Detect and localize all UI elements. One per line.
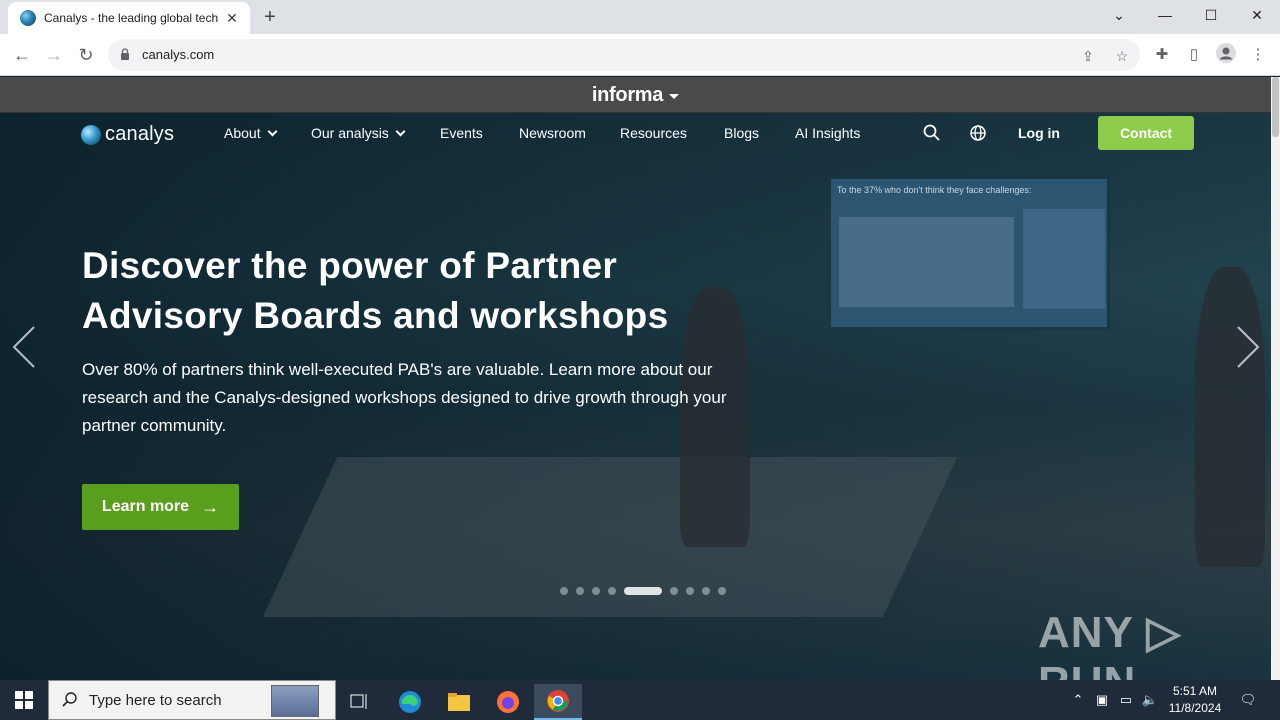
nav-resources[interactable]: Resources <box>620 125 687 141</box>
carousel-dot[interactable] <box>718 587 726 595</box>
profile-avatar-icon[interactable] <box>1214 43 1238 67</box>
share-icon[interactable]: ⇪ <box>1078 46 1098 66</box>
clock-time: 5:51 AM <box>1172 684 1218 698</box>
webpage: To the 37% who don't think they face cha… <box>0 77 1271 680</box>
informa-bar[interactable]: informa <box>0 77 1271 113</box>
bookmark-star-icon[interactable]: ☆ <box>1112 46 1132 66</box>
url-text: canalys.com <box>142 47 215 62</box>
file-explorer-icon[interactable] <box>435 684 483 720</box>
forward-arrow-icon[interactable]: → <box>41 42 67 68</box>
chevron-down-icon <box>395 126 406 137</box>
tray-device-icon[interactable]: ▣ <box>1092 680 1112 720</box>
new-tab-button[interactable]: + <box>258 6 282 28</box>
nav-our-analysis-label: Our analysis <box>311 125 389 141</box>
learn-more-button[interactable]: Learn more → <box>82 484 239 530</box>
carousel-dots <box>560 586 734 596</box>
nav-our-analysis[interactable]: Our analysis <box>311 125 406 141</box>
nav-newsroom[interactable]: Newsroom <box>519 125 586 141</box>
login-link[interactable]: Log in <box>1018 125 1060 141</box>
windows-logo-icon <box>15 691 33 709</box>
nav-ai-insights[interactable]: AI Insights <box>795 125 860 141</box>
restore-button[interactable]: ☐ <box>1188 0 1234 30</box>
anyrun-watermark: ANY ▷ RUN <box>1038 608 1182 680</box>
reload-icon[interactable]: ↻ <box>73 42 99 68</box>
carousel-next-icon[interactable] <box>1236 325 1260 369</box>
chevron-down-icon <box>267 126 278 137</box>
carousel-prev-icon[interactable] <box>12 325 36 369</box>
nav-about-label: About <box>224 125 261 141</box>
site-nav: canalys About Our analysis Events Newsro… <box>0 114 1271 154</box>
canalys-globe-icon <box>81 124 101 145</box>
clock-date: 11/8/2024 <box>1168 701 1222 715</box>
presentation-screen: To the 37% who don't think they face cha… <box>828 176 1110 330</box>
learn-more-label: Learn more <box>101 498 190 515</box>
search-highlight-image <box>271 685 319 717</box>
screen-chart <box>839 217 1014 307</box>
informa-caret-icon <box>669 94 680 100</box>
nav-events[interactable]: Events <box>440 125 483 141</box>
hero-headline: Discover the power of Partner Advisory B… <box>82 245 669 336</box>
browser-tabstrip: Canalys - the leading global tech ✕ + ⌄ … <box>0 0 1280 34</box>
lock-icon <box>121 48 129 60</box>
address-bar[interactable]: canalys.com ⇪ ☆ <box>108 39 1140 71</box>
side-panel-icon[interactable]: ▯ <box>1182 43 1206 67</box>
start-button[interactable] <box>0 680 48 720</box>
informa-logo: informa <box>591 84 664 106</box>
windows-taskbar: Type here to search ⌃ ▣ ▭ 🔈 5:51 AM 11/8… <box>0 680 1280 720</box>
tray-overflow-chevron-icon[interactable]: ⌃ <box>1068 680 1088 720</box>
page-scrollbar[interactable] <box>1271 77 1280 680</box>
search-icon[interactable] <box>922 123 942 143</box>
globe-language-icon[interactable] <box>968 123 988 143</box>
nav-blogs[interactable]: Blogs <box>724 125 759 141</box>
tab-search-chevron-icon[interactable]: ⌄ <box>1096 0 1142 30</box>
task-view-icon[interactable] <box>336 684 384 720</box>
back-arrow-icon[interactable]: ← <box>9 42 35 68</box>
canalys-favicon-icon <box>20 10 36 26</box>
taskbar-search-placeholder: Type here to search <box>89 691 222 709</box>
browser-tab[interactable]: Canalys - the leading global tech ✕ <box>8 2 250 34</box>
minimize-button[interactable]: — <box>1142 0 1188 30</box>
nav-about[interactable]: About <box>224 125 278 141</box>
screen-note <box>1023 209 1105 309</box>
arrow-right-icon: → <box>201 496 220 517</box>
carousel-dot[interactable] <box>576 587 584 595</box>
carousel-dot[interactable] <box>608 587 616 595</box>
screen-caption: To the 37% who don't think they face cha… <box>837 185 1032 195</box>
firefox-icon[interactable] <box>484 684 532 720</box>
notifications-icon[interactable]: 🗨 <box>1236 680 1260 720</box>
search-icon <box>62 692 77 707</box>
carousel-dot[interactable] <box>702 587 710 595</box>
scrollbar-thumb[interactable] <box>1272 77 1279 137</box>
tab-title: Canalys - the leading global tech <box>44 11 218 25</box>
carousel-dot[interactable] <box>686 587 694 595</box>
taskbar-search-box[interactable]: Type here to search <box>48 680 336 720</box>
canalys-wordmark: canalys <box>105 123 175 145</box>
attendee-figure <box>1195 267 1265 567</box>
carousel-dot[interactable] <box>592 587 600 595</box>
canalys-logo[interactable]: canalys <box>81 123 174 146</box>
close-window-button[interactable]: ✕ <box>1234 0 1280 30</box>
carousel-dot[interactable] <box>624 587 662 595</box>
contact-button[interactable]: Contact <box>1098 116 1194 150</box>
browser-toolbar: ← → ↻ canalys.com ⇪ ☆ ✚ ▯ ⋮ <box>0 34 1280 76</box>
edge-browser-icon[interactable] <box>386 684 434 720</box>
chrome-icon[interactable] <box>534 684 582 720</box>
network-icon[interactable]: ▭ <box>1116 680 1136 720</box>
browser-menu-icon[interactable]: ⋮ <box>1246 43 1270 67</box>
carousel-dot[interactable] <box>670 587 678 595</box>
extensions-puzzle-icon[interactable]: ✚ <box>1150 43 1174 67</box>
carousel-dot[interactable] <box>560 587 568 595</box>
hero-subtext: Over 80% of partners think well-executed… <box>82 360 727 435</box>
taskbar-clock[interactable]: 5:51 AM 11/8/2024 <box>1160 683 1230 717</box>
tab-close-icon[interactable]: ✕ <box>224 10 240 27</box>
volume-icon[interactable]: 🔈 <box>1140 680 1160 720</box>
